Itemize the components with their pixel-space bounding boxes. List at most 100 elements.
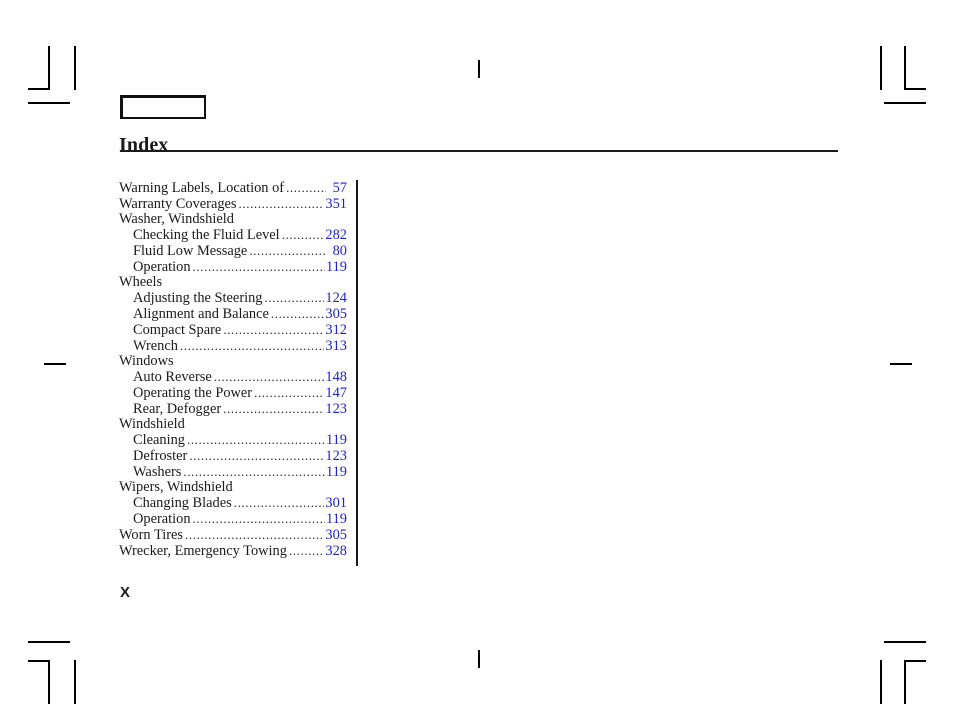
crop-mark-top-right-tick-horizontal	[884, 102, 926, 104]
index-leader-dots: ........................................…	[286, 180, 326, 195]
index-page-number: 123	[325, 448, 347, 464]
crop-mark-bottom-right-tick-vertical	[880, 660, 882, 704]
index-entry: Worn Tires..............................…	[119, 527, 347, 543]
crop-mark-bottom-left-tick-vertical	[74, 660, 76, 704]
crop-mark-top-left-tick-vertical	[74, 46, 76, 90]
index-entry-label: Worn Tires	[119, 527, 184, 543]
index-leader-dots: ........................................…	[192, 511, 325, 526]
index-entry: Rear, Defogger..........................…	[119, 401, 347, 417]
index-leader-dots: ........................................…	[189, 448, 325, 463]
index-entry: Operation...............................…	[119, 259, 347, 275]
index-page-number: 351	[325, 196, 347, 212]
crop-mark-top-left-tick-horizontal	[28, 102, 70, 104]
index-entry-label: Cleaning	[133, 432, 185, 448]
index-entry-label: Wrench	[133, 338, 178, 354]
index-leader-dots: ........................................…	[249, 243, 326, 258]
index-page-number: 301	[325, 495, 347, 511]
crop-mark-right-middle-tick	[890, 363, 912, 365]
index-entry-label: Changing Blades	[133, 495, 232, 511]
index-entry-label: Rear, Defogger	[133, 401, 222, 417]
index-leader-dots: ........................................…	[192, 259, 325, 274]
index-entry-label: Alignment and Balance	[133, 306, 269, 322]
index-leader-dots: ........................................…	[223, 322, 324, 337]
crop-mark-bottom-right-corner-horizontal	[904, 660, 926, 662]
crop-mark-bottom-right-corner-vertical	[904, 660, 906, 704]
index-page-number: 305	[325, 527, 347, 543]
index-entry-label: Defroster	[133, 448, 188, 464]
index-entry: Changing Blades.........................…	[119, 495, 347, 511]
index-page-number: 124	[325, 290, 347, 306]
crop-mark-bottom-center-tick	[478, 650, 480, 668]
index-entry-label: Fluid Low Message	[133, 243, 248, 259]
crop-mark-bottom-right-tick-horizontal	[884, 641, 926, 643]
index-leader-dots: ........................................…	[213, 369, 325, 384]
index-leader-dots: ........................................…	[233, 495, 325, 510]
index-entry-label: Windshield	[119, 416, 185, 432]
index-entry: Auto Reverse............................…	[119, 369, 347, 385]
index-page-number: 282	[325, 227, 347, 243]
section-tab-box	[120, 95, 206, 119]
index-entry-label: Checking the Fluid Level	[133, 227, 280, 243]
index-entry: Operation...............................…	[119, 511, 347, 527]
index-page-number: 305	[325, 306, 347, 322]
index-entry-label: Operation	[133, 259, 191, 275]
index-entry-list: Warning Labels, Location of.............…	[119, 180, 347, 559]
index-entry: Adjusting the Steering..................…	[119, 290, 347, 306]
index-page-number: 148	[325, 369, 347, 385]
index-entry-label: Warning Labels, Location of	[119, 180, 285, 196]
index-entry-label: Operation	[133, 511, 191, 527]
index-entry-label: Washer, Windshield	[119, 211, 234, 227]
index-leader-dots: ........................................…	[281, 227, 325, 242]
index-entry: Warning Labels, Location of.............…	[119, 180, 347, 196]
index-page-number: 119	[325, 464, 347, 480]
index-page-number: 312	[325, 322, 347, 338]
index-group-heading: Windshield	[119, 417, 347, 432]
index-page-number: 119	[325, 432, 347, 448]
crop-mark-top-right-tick-vertical	[880, 46, 882, 90]
index-leader-dots: ........................................…	[254, 385, 325, 400]
index-entry-label: Washers	[133, 464, 182, 480]
index-leader-dots: ........................................…	[183, 464, 325, 479]
index-page-number: 328	[325, 543, 347, 559]
index-entry-label: Operating the Power	[133, 385, 253, 401]
index-leader-dots: ........................................…	[264, 290, 325, 305]
index-entry: Fluid Low Message.......................…	[119, 243, 347, 259]
page-title: Index	[119, 134, 169, 157]
crop-mark-top-right-corner-horizontal	[904, 88, 926, 90]
index-entry: Checking the Fluid Level................…	[119, 227, 347, 243]
index-leader-dots: ........................................…	[186, 432, 325, 447]
index-leader-dots: ........................................…	[223, 401, 324, 416]
crop-mark-left-middle-tick	[44, 363, 66, 365]
crop-mark-bottom-left-tick-horizontal	[28, 641, 70, 643]
index-entry-label: Adjusting the Steering	[133, 290, 263, 306]
index-page-number: 147	[325, 385, 347, 401]
index-entry-label: Compact Spare	[133, 322, 222, 338]
index-group-heading: Wheels	[119, 275, 347, 290]
title-underline-rule	[120, 150, 838, 152]
index-entry-label: Windows	[119, 353, 174, 369]
index-column-divider-rule	[356, 180, 358, 566]
crop-mark-top-left-corner-vertical	[48, 46, 50, 90]
index-entry: Alignment and Balance...................…	[119, 306, 347, 322]
index-leader-dots: ........................................…	[185, 527, 325, 542]
index-entry-label: Wheels	[119, 274, 163, 290]
index-page-number: 57	[332, 180, 347, 196]
crop-mark-top-right-corner-vertical	[904, 46, 906, 90]
index-group-heading: Washer, Windshield	[119, 212, 347, 227]
index-group-heading: Wipers, Windshield	[119, 480, 347, 495]
index-page-number: 123	[325, 401, 347, 417]
index-page-number: 119	[325, 511, 347, 527]
index-leader-dots: ........................................…	[288, 543, 325, 558]
index-leader-dots: ........................................…	[238, 196, 325, 211]
index-entry: Defroster...............................…	[119, 448, 347, 464]
index-entry-label: Auto Reverse	[133, 369, 212, 385]
index-entry-label: Warranty Coverages	[119, 196, 237, 212]
manual-index-page: Index Warning Labels, Location of.......…	[0, 0, 954, 710]
index-entry: Warranty Coverages......................…	[119, 196, 347, 212]
index-entry-label: Wrecker, Emergency Towing	[119, 543, 287, 559]
index-entry: Washers.................................…	[119, 464, 347, 480]
index-entry: Wrecker, Emergency Towing...............…	[119, 543, 347, 559]
index-group-heading: Windows	[119, 354, 347, 369]
index-entry: Cleaning................................…	[119, 432, 347, 448]
crop-mark-bottom-left-corner-vertical	[48, 660, 50, 704]
